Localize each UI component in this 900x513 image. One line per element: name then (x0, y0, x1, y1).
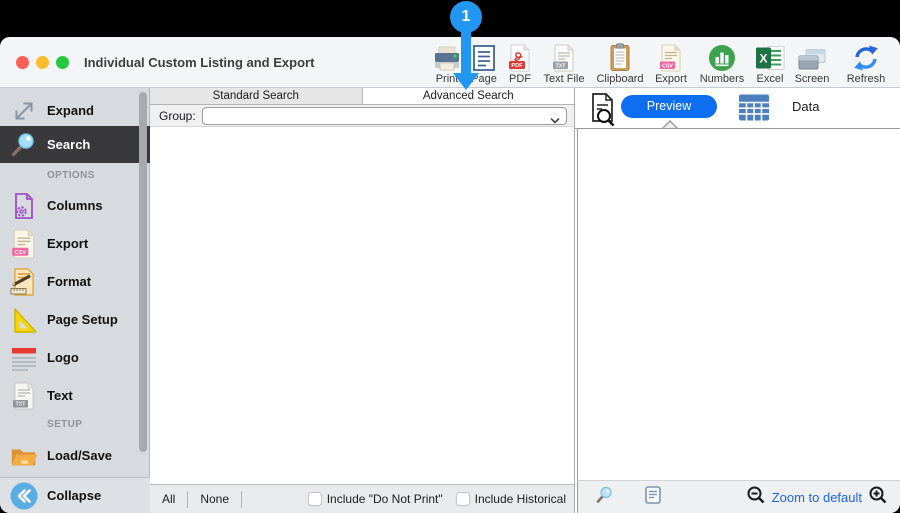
format-icon (9, 267, 39, 297)
sidebar-item-export[interactable]: CSV Export (0, 225, 150, 262)
svg-text:X: X (759, 51, 767, 65)
svg-text:TXT: TXT (556, 63, 567, 69)
logo-icon (9, 343, 39, 373)
magnifier-icon[interactable] (595, 485, 615, 510)
svg-text:TXT: TXT (16, 401, 27, 407)
export-csv-icon: CSV (644, 41, 698, 72)
output-panel-header: Preview Data (575, 88, 900, 128)
search-icon (9, 130, 39, 160)
include-historical-label: Include Historical (474, 492, 566, 506)
svg-text:PDF: PDF (511, 63, 523, 69)
toolbar-numbers-button[interactable]: Numbers (695, 41, 749, 86)
sidebar-item-columns[interactable]: Columns (0, 187, 150, 224)
text-file-icon: TXT (9, 381, 39, 411)
screen: Individual Custom Listing and Export Pri… (0, 0, 900, 513)
clipboard-icon (593, 41, 647, 72)
search-results-area (150, 127, 574, 484)
sidebar-item-logo[interactable]: Logo (0, 339, 150, 376)
search-panel-footer: All None Include "Do Not Print" Include … (150, 484, 574, 513)
group-label: Group: (159, 108, 196, 123)
collapse-icon (9, 481, 39, 511)
search-panel: Standard Search Advanced Search Group: A… (150, 88, 575, 513)
toolbar-clipboard-button[interactable]: Clipboard (593, 41, 647, 86)
zoom-in-icon[interactable] (868, 485, 888, 510)
include-do-not-print-checkbox[interactable] (307, 492, 322, 506)
svg-text:CSV: CSV (15, 249, 27, 255)
sidebar-item-format[interactable]: Format (0, 263, 150, 300)
toolbar-refresh-button[interactable]: Refresh (839, 41, 893, 86)
output-panel: Preview Data Zoom to default (575, 88, 900, 513)
page-thumbnail-icon[interactable] (643, 485, 663, 510)
page-setup-icon (9, 305, 39, 335)
select-all-button[interactable]: All (150, 492, 187, 506)
expand-icon (9, 96, 39, 126)
preview-area (577, 129, 900, 480)
include-historical-checkbox[interactable] (455, 492, 470, 506)
text-file-icon: TXT (537, 41, 591, 72)
tab-standard-search[interactable]: Standard Search (150, 88, 363, 104)
data-table-icon[interactable] (738, 93, 770, 127)
preview-document-icon (588, 92, 618, 132)
footer-separator (241, 490, 243, 508)
close-window-button[interactable] (16, 56, 29, 69)
annotation-arrowhead (453, 73, 479, 90)
titlebar: Individual Custom Listing and Export Pri… (0, 37, 900, 88)
refresh-icon (839, 41, 893, 72)
include-historical-group: Include Historical (455, 492, 566, 506)
include-do-not-print-label: Include "Do Not Print" (326, 492, 443, 506)
sidebar-item-load-save[interactable]: Load/Save (0, 437, 150, 474)
svg-text:CSV: CSV (662, 63, 673, 69)
columns-icon (9, 191, 39, 221)
sidebar-item-page-setup[interactable]: Page Setup (0, 301, 150, 338)
sidebar-section-setup: SETUP (47, 419, 83, 430)
sidebar-item-search[interactable]: Search (0, 126, 150, 163)
search-tabstrip: Standard Search Advanced Search (150, 88, 574, 105)
numbers-icon (695, 41, 749, 72)
main-area: Expand Search OPTIONS Columns CSV Export… (0, 88, 900, 513)
include-do-not-print-group: Include "Do Not Print" (307, 492, 443, 506)
annotation-arrow (461, 28, 471, 74)
preview-toggle-button[interactable]: Preview (621, 95, 717, 118)
sidebar-section-options: OPTIONS (47, 170, 95, 181)
zoom-out-icon[interactable] (746, 485, 766, 510)
toolbar-screen-button[interactable]: Screen (785, 41, 839, 86)
screen-icon (785, 41, 839, 72)
select-none-button[interactable]: None (188, 492, 241, 506)
sidebar: Expand Search OPTIONS Columns CSV Export… (0, 88, 150, 513)
app-window: Individual Custom Listing and Export Pri… (0, 37, 900, 513)
group-row: Group: (150, 105, 574, 127)
window-title: Individual Custom Listing and Export (84, 55, 315, 70)
zoom-window-button[interactable] (56, 56, 69, 69)
output-panel-footer: Zoom to default (577, 480, 900, 513)
toolbar-export-button[interactable]: CSV Export (644, 41, 698, 86)
folder-icon (9, 441, 39, 471)
toolbar-text-file-button[interactable]: TXT Text File (537, 41, 591, 86)
zoom-to-default-link[interactable]: Zoom to default (772, 490, 862, 505)
sidebar-item-expand[interactable]: Expand (0, 92, 150, 129)
data-toggle-label[interactable]: Data (792, 99, 819, 114)
tab-advanced-search[interactable]: Advanced Search (362, 88, 574, 104)
sidebar-item-collapse[interactable]: Collapse (0, 477, 150, 513)
group-select[interactable] (201, 106, 567, 125)
export-csv-icon: CSV (9, 229, 39, 259)
minimize-window-button[interactable] (36, 56, 49, 69)
sidebar-item-text[interactable]: TXT Text (0, 377, 150, 414)
sidebar-scrollbar[interactable] (139, 92, 147, 452)
